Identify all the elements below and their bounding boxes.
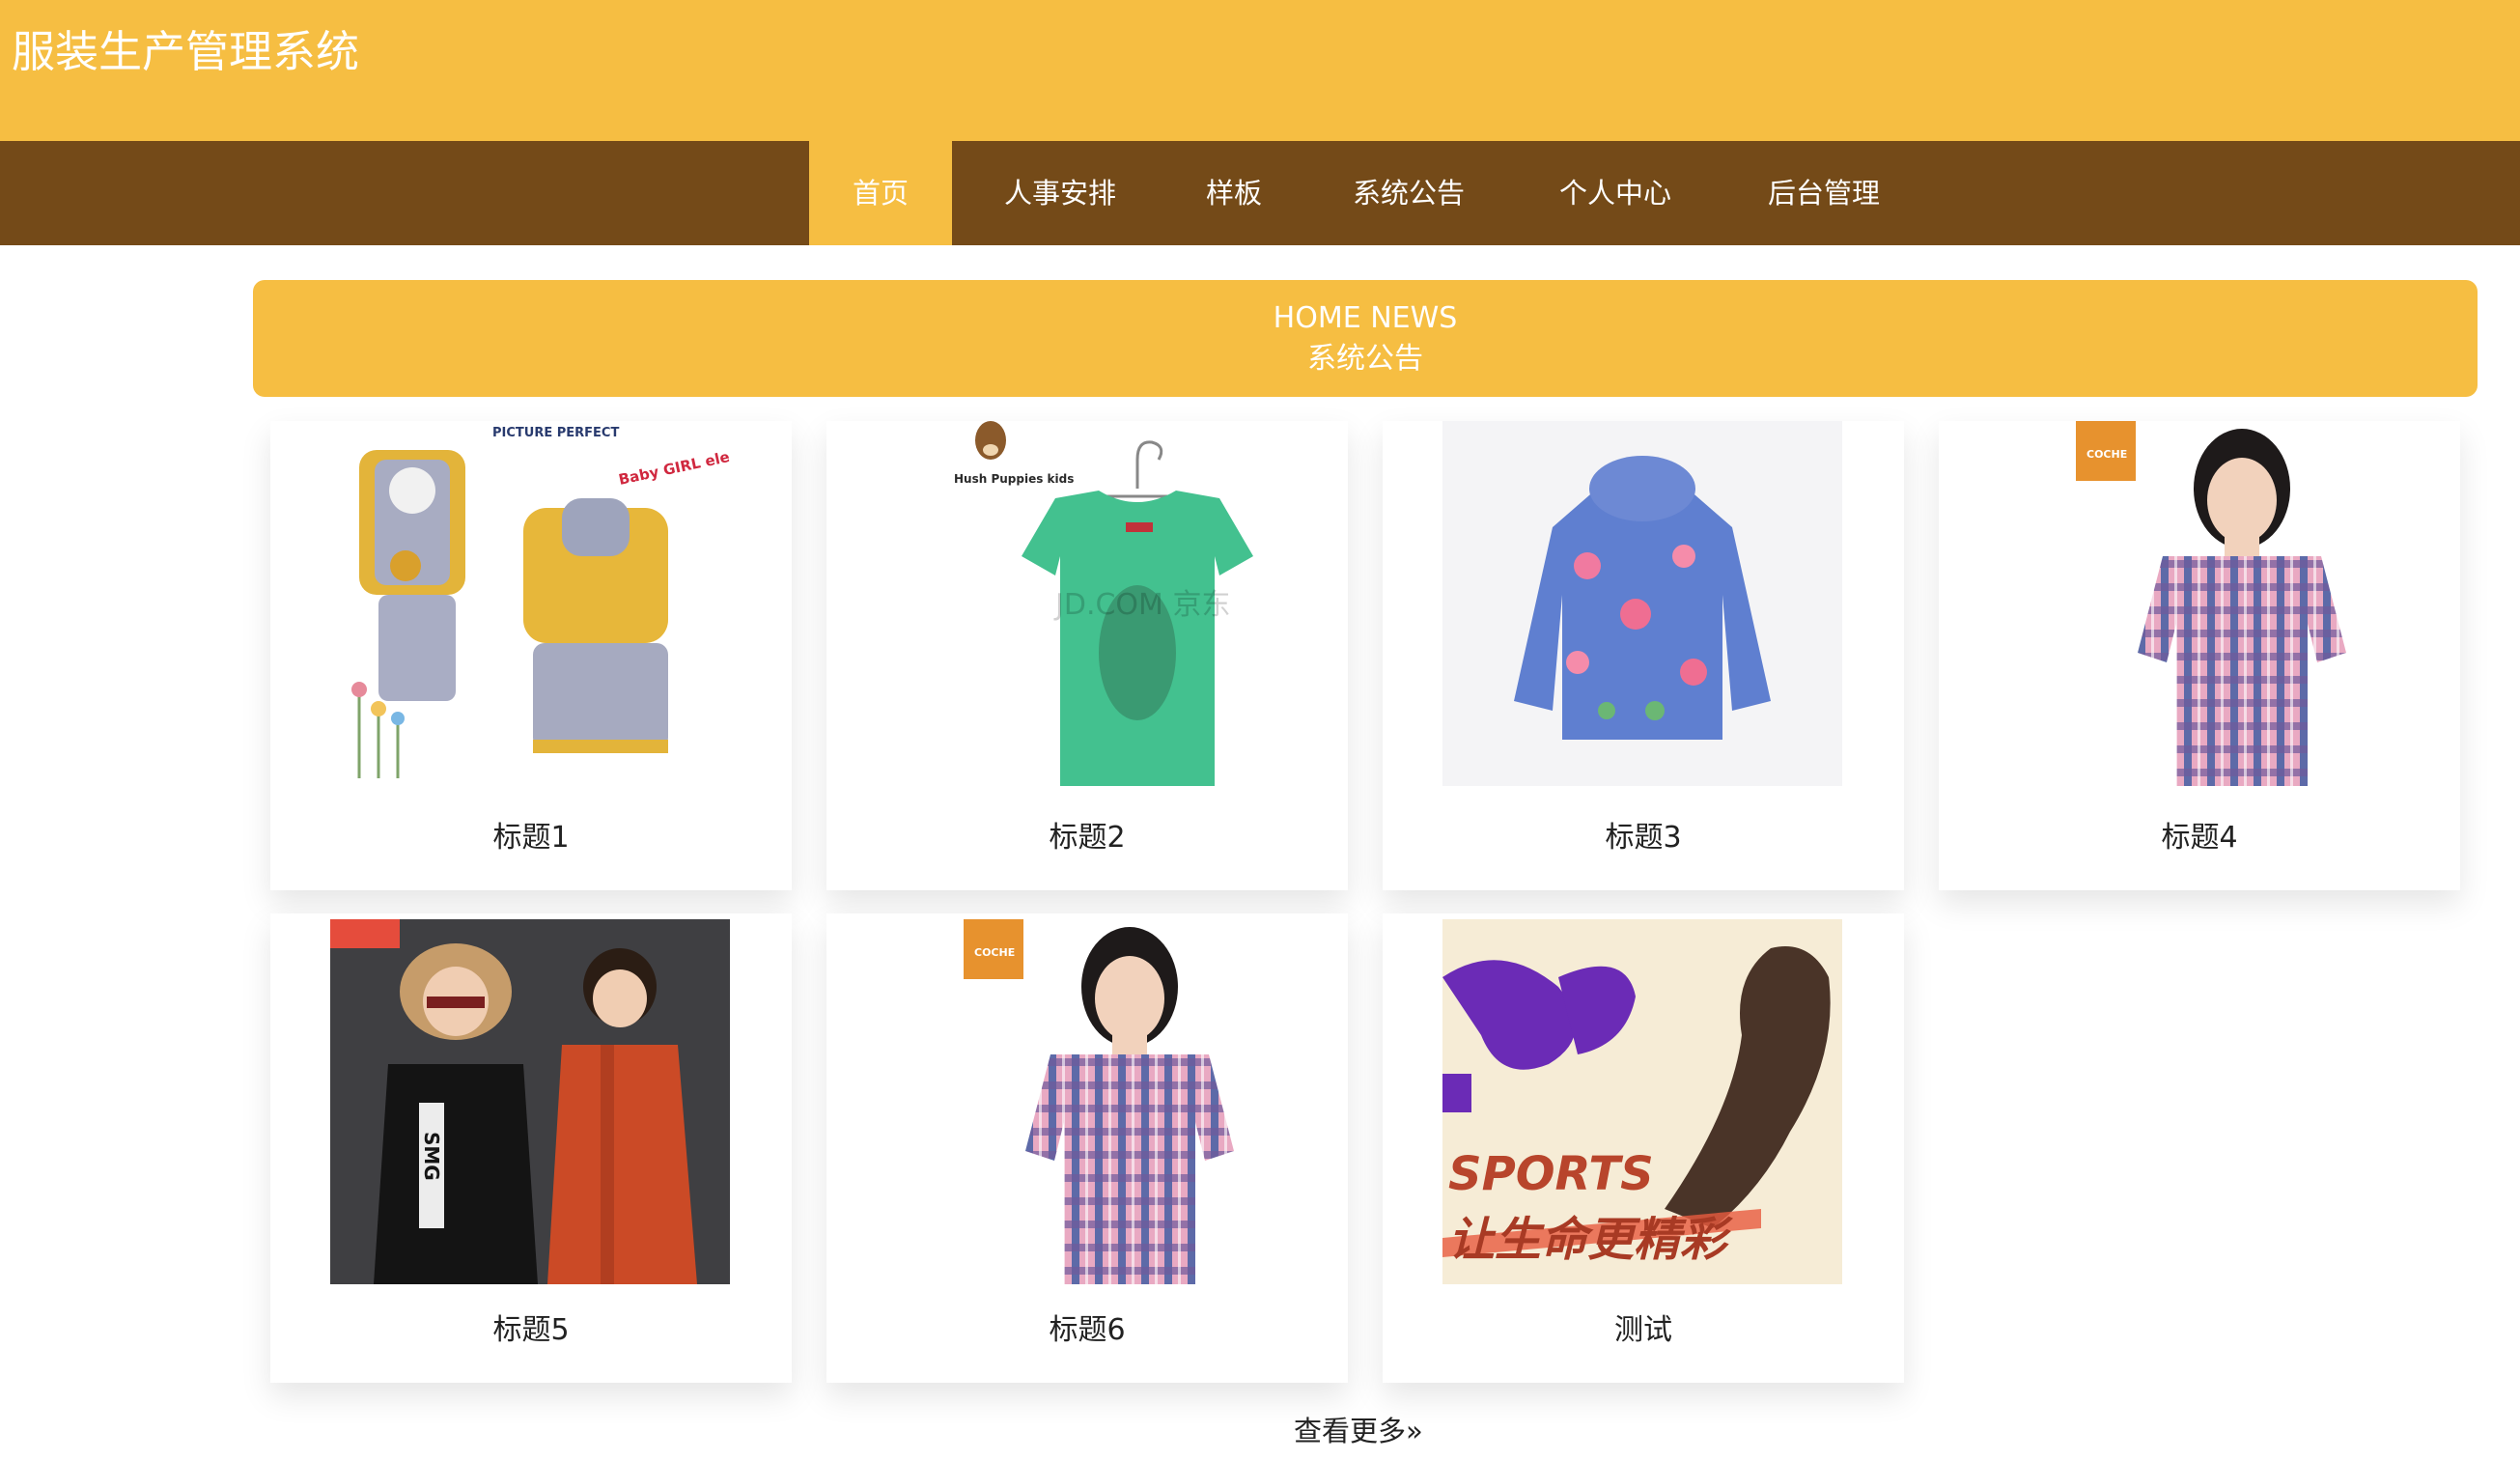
product-image[interactable]: SPORTS 让生命更精彩 xyxy=(1442,919,1842,1284)
brand-text: COCHE xyxy=(974,946,1015,959)
product-title[interactable]: 标题4 xyxy=(1939,819,2460,857)
nav-item-personnel[interactable]: 人事安排 xyxy=(971,141,1149,245)
product-title[interactable]: 标题5 xyxy=(270,1311,792,1350)
view-more-label: 查看更多 xyxy=(1294,1415,1407,1447)
double-chevron-right-icon: » xyxy=(1406,1415,1423,1447)
news-heading-cn: 系统公告 xyxy=(1307,342,1423,376)
product-title[interactable]: 标题1 xyxy=(270,819,792,857)
product-title[interactable]: 标题2 xyxy=(826,819,1348,857)
product-card[interactable]: PICTURE PERFECT Baby GIRL elements 标题1 xyxy=(270,421,792,890)
nav-item-announcements[interactable]: 系统公告 xyxy=(1323,141,1495,245)
watermark-text: JD.COM 京东 xyxy=(1053,588,1230,622)
product-card[interactable]: SMG 标题5 xyxy=(270,913,792,1383)
product-image[interactable]: Hush Puppies kids JD.COM 京东 xyxy=(886,421,1286,786)
nav-item-home[interactable]: 首页 xyxy=(809,141,952,245)
product-card[interactable]: SPORTS 让生命更精彩 测试 xyxy=(1383,913,1904,1383)
product-card[interactable]: COCHE 标题4 xyxy=(1939,421,2460,890)
nav-item-samples[interactable]: 样板 xyxy=(1159,141,1309,245)
product-image[interactable]: SMG xyxy=(330,919,730,1284)
view-more-link[interactable]: 查看更多» xyxy=(1294,1412,1423,1450)
main-nav: 首页 人事安排 样板 系统公告 个人中心 后台管理 xyxy=(0,141,2520,245)
product-card[interactable]: 标题3 xyxy=(1383,421,1904,890)
brand-text: COCHE xyxy=(2086,448,2127,461)
product-title[interactable]: 标题3 xyxy=(1383,819,1904,857)
news-banner: HOME NEWS 系统公告 xyxy=(253,280,2478,397)
product-image[interactable]: PICTURE PERFECT Baby GIRL elements xyxy=(330,421,730,786)
product-image[interactable] xyxy=(1442,421,1842,786)
product-title[interactable]: 测试 xyxy=(1383,1311,1904,1350)
nav-item-profile[interactable]: 个人中心 xyxy=(1512,141,1719,245)
site-title: 服装生产管理系统 xyxy=(12,26,360,77)
product-image[interactable]: COCHE xyxy=(1999,421,2398,786)
nav-item-admin[interactable]: 后台管理 xyxy=(1721,141,1927,245)
brand-text: PICTURE PERFECT xyxy=(492,426,619,440)
product-title[interactable]: 标题6 xyxy=(826,1311,1348,1350)
poster-slogan: 让生命更精彩 xyxy=(1448,1213,1733,1267)
brand-text: Hush Puppies kids xyxy=(954,472,1074,486)
product-card[interactable]: COCHE 标题6 xyxy=(826,913,1348,1383)
site-header: 服装生产管理系统 xyxy=(0,0,2520,141)
jacket-text: SMG xyxy=(420,1132,443,1181)
product-card[interactable]: Hush Puppies kids JD.COM 京东 标题2 xyxy=(826,421,1348,890)
news-heading-en: HOME NEWS xyxy=(1273,301,1458,335)
product-image[interactable]: COCHE xyxy=(886,919,1286,1284)
poster-text: SPORTS xyxy=(1448,1147,1654,1201)
